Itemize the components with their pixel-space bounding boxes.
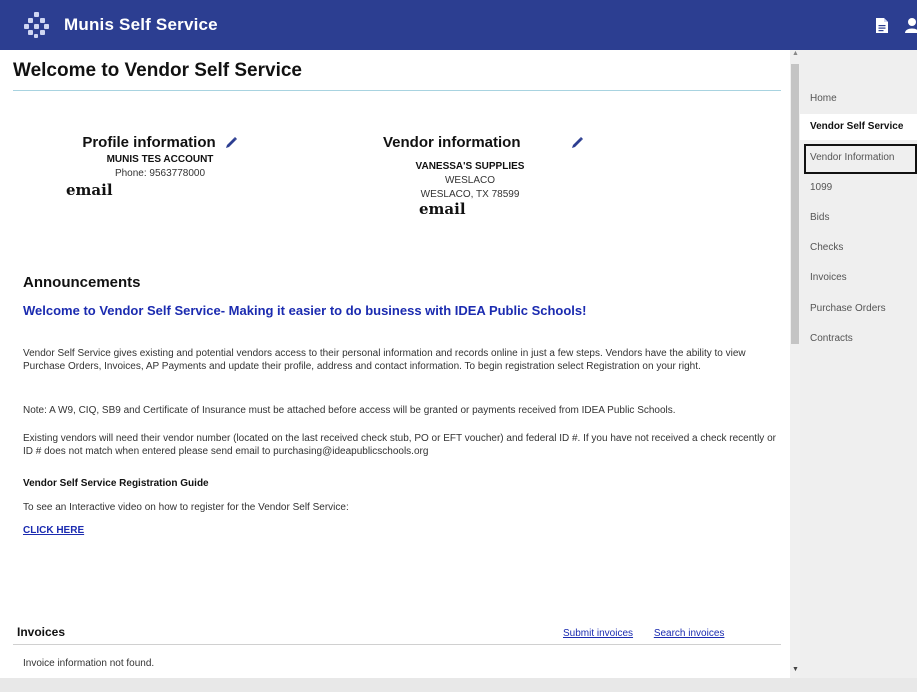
submit-invoices-link[interactable]: Submit invoices bbox=[563, 628, 633, 639]
invoices-divider bbox=[13, 644, 781, 645]
munis-logo-icon bbox=[24, 12, 50, 38]
announcement-paragraph-2: Note: A W9, CIQ, SB9 and Certificate of … bbox=[23, 405, 676, 416]
profile-email: email bbox=[66, 181, 113, 199]
announcement-paragraph-3: Existing vendors will need their vendor … bbox=[23, 433, 776, 457]
sidebar-item-home[interactable]: Home bbox=[810, 93, 837, 104]
scroll-down-arrow-icon[interactable]: ▼ bbox=[792, 666, 799, 673]
welcome-message: Welcome to Vendor Self Service- Making i… bbox=[23, 303, 587, 318]
profile-account-name: MUNIS TES ACCOUNT bbox=[106, 154, 214, 165]
video-instruction-text: To see an Interactive video on how to re… bbox=[23, 502, 349, 513]
scroll-thumb[interactable] bbox=[791, 64, 799, 344]
edit-profile-pencil-icon[interactable] bbox=[224, 136, 238, 150]
profile-heading: Profile information bbox=[82, 134, 216, 151]
invoices-heading: Invoices bbox=[17, 625, 66, 639]
sidebar-item-purchase-orders[interactable]: Purchase Orders bbox=[810, 303, 886, 314]
main-content: Welcome to Vendor Self Service Profile i… bbox=[0, 50, 790, 678]
profile-information-section: Profile information MUNIS TES ACCOUNT Ph… bbox=[60, 134, 260, 199]
sidebar-item-vendor-self-service[interactable]: Vendor Self Service bbox=[810, 121, 903, 132]
vendor-email: email bbox=[419, 200, 466, 218]
registration-guide-heading: Vendor Self Service Registration Guide bbox=[23, 478, 209, 489]
invoices-empty-message: Invoice information not found. bbox=[23, 658, 155, 669]
page-footer bbox=[0, 678, 917, 692]
page-title: Welcome to Vendor Self Service bbox=[13, 60, 302, 81]
vendor-information-section: Vendor information VANESSA'S SUPPLIES WE… bbox=[365, 134, 575, 218]
vendor-name: VANESSA'S SUPPLIES bbox=[415, 161, 525, 172]
profile-phone: Phone: 9563778000 bbox=[114, 168, 206, 179]
sidebar-item-1099[interactable]: 1099 bbox=[810, 182, 832, 193]
app-title: Munis Self Service bbox=[64, 15, 218, 34]
title-divider bbox=[13, 90, 781, 91]
document-icon[interactable] bbox=[875, 17, 889, 34]
sidebar-item-checks[interactable]: Checks bbox=[810, 242, 843, 253]
scroll-up-arrow-icon[interactable]: ▲ bbox=[792, 50, 799, 57]
top-bar: Munis Self Service bbox=[0, 0, 917, 50]
user-icon[interactable] bbox=[905, 17, 917, 33]
main-scrollbar[interactable]: ▲ ▼ bbox=[790, 50, 800, 678]
sidebar-item-invoices[interactable]: Invoices bbox=[810, 272, 847, 283]
vendor-city-state-zip: WESLACO, TX 78599 bbox=[420, 189, 520, 200]
sidebar-item-vendor-information[interactable]: Vendor Information bbox=[810, 152, 895, 163]
vendor-heading: Vendor information bbox=[383, 134, 521, 151]
announcements-heading: Announcements bbox=[23, 274, 141, 291]
announcement-paragraph-1: Vendor Self Service gives existing and p… bbox=[23, 348, 746, 372]
sidebar-item-contracts[interactable]: Contracts bbox=[810, 333, 853, 344]
app-logo[interactable]: Munis Self Service bbox=[24, 12, 218, 38]
sidebar-item-bids[interactable]: Bids bbox=[810, 212, 829, 223]
sidebar-nav: Home Vendor Self Service Vendor Informat… bbox=[800, 50, 917, 678]
click-here-link[interactable]: CLICK HERE bbox=[23, 525, 84, 536]
search-invoices-link[interactable]: Search invoices bbox=[654, 628, 725, 639]
vendor-city: WESLACO bbox=[444, 175, 495, 186]
edit-vendor-pencil-icon[interactable] bbox=[570, 136, 584, 150]
